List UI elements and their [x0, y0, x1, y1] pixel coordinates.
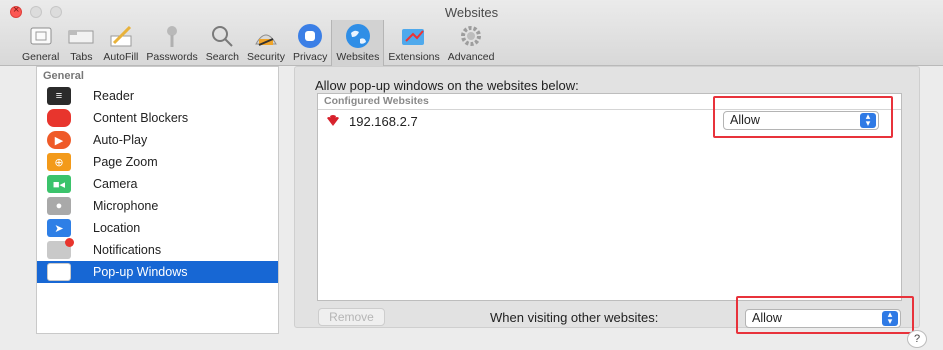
- reader-icon: ≡: [47, 87, 71, 105]
- remove-button[interactable]: Remove: [318, 308, 385, 326]
- hand-icon: [296, 23, 324, 49]
- sidebar-item-location[interactable]: ➤ Location: [37, 217, 278, 239]
- sidebar-item-label: Auto-Play: [93, 133, 148, 147]
- stop-sign-icon: [47, 109, 71, 127]
- help-button[interactable]: ?: [907, 330, 927, 348]
- play-icon: ▶: [47, 131, 71, 149]
- globe-icon: [344, 23, 372, 49]
- sidebar-item-reader[interactable]: ≡ Reader: [37, 85, 278, 107]
- panel-title: Allow pop-up windows on the websites bel…: [315, 78, 579, 93]
- sidebar-item-label: Content Blockers: [93, 111, 189, 125]
- sidebar-item-label: Location: [93, 221, 141, 235]
- toolbar-label: Search: [205, 51, 240, 63]
- annotation-highlight: [713, 96, 893, 138]
- autofill-icon: [107, 23, 135, 49]
- toolbar-label: Extensions: [388, 51, 440, 63]
- toolbar-websites[interactable]: Websites: [331, 20, 385, 66]
- sidebar-item-label: Reader: [93, 89, 134, 103]
- toolbar-label: AutoFill: [103, 51, 139, 63]
- toolbar-privacy[interactable]: Privacy: [289, 20, 331, 66]
- annotation-highlight: [736, 296, 914, 334]
- sidebar-item-content-blockers[interactable]: Content Blockers: [37, 107, 278, 129]
- key-icon: [158, 23, 186, 49]
- other-websites-label: When visiting other websites:: [490, 310, 659, 325]
- toolbar-advanced[interactable]: Advanced: [444, 20, 499, 66]
- location-arrow-icon: ➤: [47, 219, 71, 237]
- toolbar-label: Passwords: [146, 51, 198, 63]
- security-icon: [252, 23, 280, 49]
- sidebar-item-auto-play[interactable]: ▶ Auto-Play: [37, 129, 278, 151]
- toolbar-security[interactable]: Security: [243, 20, 289, 66]
- sidebar-item-label: Pop-up Windows: [93, 265, 188, 279]
- website-name: 192.168.2.7: [349, 113, 418, 129]
- toolbar-label: Security: [247, 51, 285, 63]
- puzzle-icon: [400, 23, 428, 49]
- toolbar-passwords[interactable]: Passwords: [142, 20, 201, 66]
- website-settings-sidebar: General ≡ Reader Content Blockers ▶ Auto…: [36, 66, 279, 334]
- sidebar-item-page-zoom[interactable]: ⊕ Page Zoom: [37, 151, 278, 173]
- sidebar-item-pop-up-windows[interactable]: Pop-up Windows: [37, 261, 278, 283]
- sidebar-item-camera[interactable]: ■◂ Camera: [37, 173, 278, 195]
- tabs-icon: [67, 23, 95, 49]
- zoom-icon: ⊕: [47, 153, 71, 171]
- search-icon: [208, 23, 236, 49]
- sidebar-header: General: [43, 70, 84, 82]
- toolbar-general[interactable]: General: [18, 20, 63, 66]
- sidebar-item-notifications[interactable]: Notifications: [37, 238, 278, 261]
- toolbar-label: Privacy: [292, 51, 328, 63]
- toolbar-tabs[interactable]: Tabs: [63, 20, 99, 66]
- sidebar-item-label: Microphone: [93, 199, 159, 213]
- microphone-icon: ●: [47, 197, 71, 215]
- toolbar-label: General: [22, 51, 60, 63]
- title-bar: Websites General Tabs AutoFill Passwords: [0, 0, 943, 66]
- toolbar-label: Advanced: [447, 51, 495, 63]
- window-title: Websites: [444, 5, 499, 20]
- general-icon: [27, 23, 55, 49]
- toolbar-extensions[interactable]: Extensions: [384, 20, 443, 66]
- content-area: General ≡ Reader Content Blockers ▶ Auto…: [22, 66, 920, 334]
- toolbar-label: Tabs: [70, 51, 93, 63]
- toolbar-search[interactable]: Search: [202, 20, 243, 66]
- huawei-logo-icon: [327, 115, 339, 126]
- sidebar-item-label: Camera: [93, 177, 138, 191]
- sidebar-item-label: Notifications: [93, 243, 162, 257]
- popup-window-icon: [47, 263, 71, 281]
- toolbar-label: Websites: [336, 51, 380, 63]
- camera-icon: ■◂: [47, 175, 71, 193]
- popup-settings-panel: Allow pop-up windows on the websites bel…: [294, 66, 920, 334]
- preferences-toolbar: General Tabs AutoFill Passwords Search S…: [18, 20, 498, 66]
- sidebar-item-microphone[interactable]: ● Microphone: [37, 195, 278, 217]
- gear-icon: [457, 23, 485, 49]
- toolbar-autofill[interactable]: AutoFill: [99, 20, 142, 66]
- sidebar-item-label: Page Zoom: [93, 155, 158, 169]
- notifications-icon: [47, 238, 74, 259]
